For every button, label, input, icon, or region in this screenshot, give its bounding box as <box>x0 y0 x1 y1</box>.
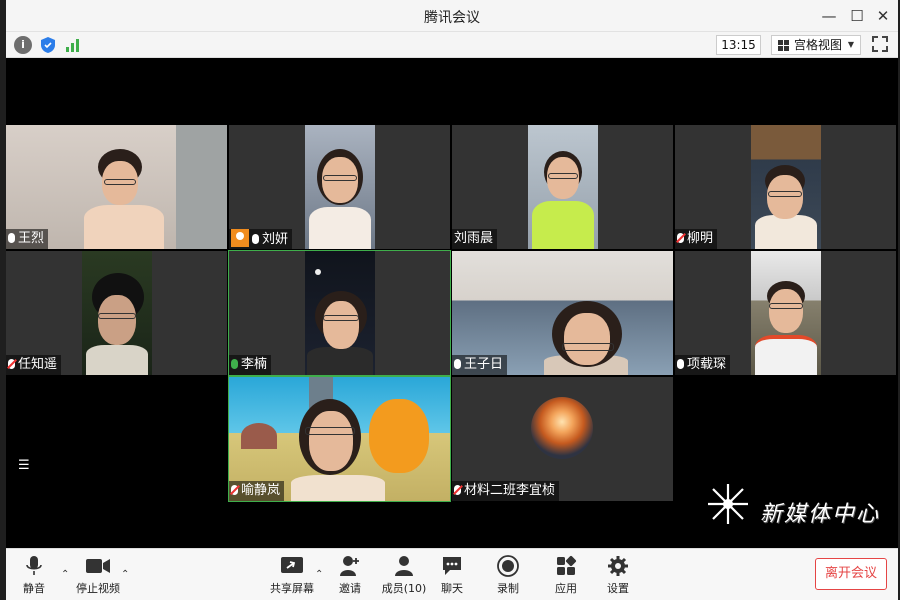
info-icon[interactable]: i <box>14 36 32 54</box>
audio-options-chevron-icon[interactable]: ⌃ <box>61 569 69 580</box>
video-options-chevron-icon[interactable]: ⌃ <box>121 569 129 580</box>
microphone-icon <box>252 234 259 244</box>
participant-name-tag: 任知遥 <box>6 355 62 375</box>
video-camera-icon <box>70 555 126 577</box>
meeting-window: 腾讯会议 — ☐ ✕ i 13:15 宫格视图 ▼ 王烈 刘妍 刘雨晨 柳明 任… <box>6 0 898 600</box>
watermark-text: 新媒体中心 <box>760 502 881 527</box>
signal-icon[interactable] <box>64 36 82 54</box>
participant-name-tag: 柳明 <box>675 229 718 249</box>
microphone-muted-icon <box>454 485 461 495</box>
participant-video <box>305 251 375 375</box>
microphone-active-icon <box>231 359 238 369</box>
participant-name-tag: 项载琛 <box>675 355 731 375</box>
members-button[interactable]: 成员(10) <box>376 555 432 596</box>
members-label: 成员(10) <box>381 582 427 595</box>
participant-name-tag: 刘雨晨 <box>452 229 498 249</box>
settings-button[interactable]: 设置 <box>594 555 642 596</box>
watermark: 新媒体中心 <box>706 484 896 530</box>
fullscreen-icon[interactable] <box>872 36 888 52</box>
add-user-icon <box>326 555 374 577</box>
microphone-muted-icon <box>231 485 238 495</box>
view-mode-dropdown[interactable]: 宫格视图 ▼ <box>771 35 861 55</box>
participant-tile[interactable]: 王子日 <box>452 251 673 375</box>
microphone-icon <box>10 555 58 577</box>
invite-label: 邀请 <box>339 582 361 595</box>
participant-name-tag: 李楠 <box>229 355 272 375</box>
chat-icon <box>428 555 476 577</box>
participant-video <box>82 251 152 375</box>
participant-name-tag: 喻静岚 <box>229 481 285 501</box>
participant-name-tag: 王子日 <box>452 355 508 375</box>
participant-video <box>305 125 375 249</box>
meeting-toolbar: i 13:15 宫格视图 ▼ <box>6 32 898 58</box>
apps-label: 应用 <box>555 582 577 595</box>
mute-label: 静音 <box>23 582 45 595</box>
list-icon[interactable]: ☰ <box>18 459 32 472</box>
mute-button[interactable]: 静音 <box>10 555 58 596</box>
participant-name-tag: 材料二班李宜桢 <box>452 481 560 501</box>
chat-label: 聊天 <box>441 582 463 595</box>
record-label: 录制 <box>497 582 519 595</box>
participant-tile[interactable]: 柳明 <box>675 125 896 249</box>
share-screen-label: 共享屏幕 <box>270 582 314 595</box>
leave-meeting-button[interactable]: 离开会议 <box>815 558 887 590</box>
participant-tile[interactable]: 刘妍 <box>229 125 450 249</box>
participant-avatar <box>531 397 593 459</box>
share-screen-icon <box>264 555 320 577</box>
microphone-icon <box>8 233 15 243</box>
title-bar: 腾讯会议 — ☐ ✕ <box>6 0 898 32</box>
participant-tile[interactable]: 任知遥 <box>6 251 227 375</box>
participant-tile[interactable]: 王烈 <box>6 125 227 249</box>
share-screen-button[interactable]: 共享屏幕 <box>264 555 320 596</box>
microphone-icon <box>454 359 461 369</box>
settings-label: 设置 <box>607 582 629 595</box>
host-icon <box>231 229 249 247</box>
participant-tile-speaking[interactable]: 李楠 <box>228 250 451 376</box>
starburst-logo-icon <box>708 484 748 524</box>
stop-video-button[interactable]: 停止视频 <box>70 555 126 596</box>
invite-button[interactable]: 邀请 <box>326 555 374 596</box>
members-icon <box>376 555 432 577</box>
share-options-chevron-icon[interactable]: ⌃ <box>315 569 323 580</box>
participant-tile[interactable]: 喻静岚 <box>228 376 451 502</box>
participant-tile[interactable]: 项载琛 <box>675 251 896 375</box>
microphone-icon <box>677 359 684 369</box>
stop-video-label: 停止视频 <box>76 582 120 595</box>
record-button[interactable]: 录制 <box>484 555 532 596</box>
apps-icon <box>542 555 590 577</box>
video-grid: 王烈 刘妍 刘雨晨 柳明 任知遥 李楠 王子日 项载琛 喻静岚 材料二班李宜桢 … <box>6 58 898 548</box>
meeting-time: 13:15 <box>716 35 761 55</box>
view-mode-label: 宫格视图 <box>794 38 843 52</box>
record-icon <box>484 555 532 577</box>
close-button[interactable]: ✕ <box>872 6 894 26</box>
participant-name-tag: 王烈 <box>6 229 49 249</box>
shield-icon[interactable] <box>39 36 57 54</box>
participant-video <box>528 125 598 249</box>
apps-button[interactable]: 应用 <box>542 555 590 596</box>
grid-view-icon <box>778 40 789 51</box>
chat-button[interactable]: 聊天 <box>428 555 476 596</box>
microphone-muted-icon <box>8 359 15 369</box>
minimize-button[interactable]: — <box>818 6 840 26</box>
maximize-button[interactable]: ☐ <box>846 6 868 26</box>
participant-video <box>751 251 821 375</box>
microphone-muted-icon <box>677 233 684 243</box>
chevron-down-icon: ▼ <box>847 40 854 49</box>
participant-tile[interactable]: 刘雨晨 <box>452 125 673 249</box>
participant-video <box>751 125 821 249</box>
participant-name-tag: 刘妍 <box>229 229 293 249</box>
bottom-control-bar: 静音 ⌃ 停止视频 ⌃ 共享屏幕 ⌃ 邀请 成员(10) 聊天 录制 应用 设置… <box>6 548 898 600</box>
gear-icon <box>594 555 642 577</box>
window-title: 腾讯会议 <box>424 10 480 26</box>
participant-tile[interactable]: 材料二班李宜桢 <box>452 377 673 501</box>
